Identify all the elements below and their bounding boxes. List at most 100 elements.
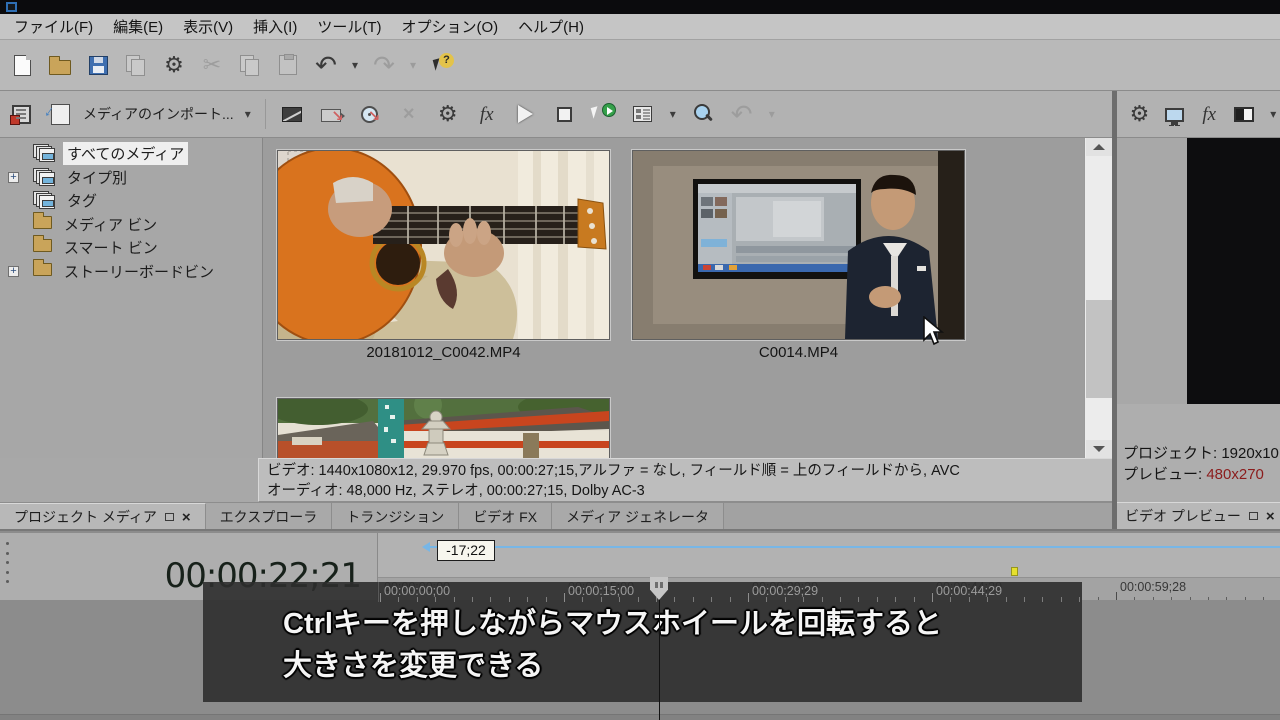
- external-monitor-button[interactable]: [1162, 97, 1187, 131]
- chevron-down-icon: ▾: [769, 108, 775, 120]
- gear-icon: ⚙: [438, 103, 458, 125]
- media-thumbnail-presenter[interactable]: [632, 150, 965, 340]
- triangle-up-icon: [1093, 144, 1105, 150]
- menu-item-3[interactable]: 挿入(I): [245, 14, 305, 39]
- render-as-button[interactable]: [120, 48, 152, 82]
- main-toolbar: ⚙ ✂ ↶ ▾ ↷ ▾ ?: [0, 40, 1280, 91]
- camera-icon: ↘: [321, 109, 341, 122]
- search-icon: [692, 103, 714, 125]
- tree-item-1[interactable]: + タイプ別: [8, 166, 131, 189]
- remove-media-button[interactable]: ×: [393, 97, 425, 131]
- subtitle-overlay: Ctrlキーを押しながらマウスホイールを回転すると 大きさを変更できる 00:0…: [203, 582, 1082, 702]
- views-button[interactable]: [627, 97, 659, 131]
- project-properties-button[interactable]: ⚙: [158, 48, 190, 82]
- pin-icon[interactable]: [1249, 512, 1258, 520]
- menu-item-6[interactable]: ヘルプ(H): [510, 14, 592, 39]
- timeline-yellow-marker[interactable]: [1011, 567, 1018, 576]
- tree-item-2[interactable]: タグ: [8, 189, 101, 212]
- tree-item-label[interactable]: ストーリーボードビン: [60, 260, 218, 283]
- preview-stop-button[interactable]: [549, 97, 581, 131]
- tree-expand-icon[interactable]: +: [8, 266, 19, 277]
- new-project-button[interactable]: [6, 48, 38, 82]
- tree-item-label[interactable]: タグ: [63, 189, 101, 212]
- pin-icon[interactable]: [165, 513, 174, 521]
- media-search-button[interactable]: [687, 97, 719, 131]
- media-undo-dropdown[interactable]: ▾: [765, 97, 779, 131]
- preview-properties-button[interactable]: ⚙: [1127, 97, 1152, 131]
- scroll-up-button[interactable]: [1086, 138, 1112, 156]
- copy-button[interactable]: [234, 48, 266, 82]
- redo-button[interactable]: ↷: [368, 48, 400, 82]
- media-fx-button[interactable]: fx: [471, 97, 503, 131]
- media-item-name[interactable]: C0014.MP4: [632, 344, 965, 361]
- capture-video-button[interactable]: ↘: [315, 97, 347, 131]
- import-media-button[interactable]: [44, 97, 76, 131]
- cut-button[interactable]: ✂: [196, 48, 228, 82]
- media-item-name[interactable]: 20181012_C0042.MP4: [277, 344, 610, 361]
- import-media-label[interactable]: メディアのインポート...: [83, 104, 234, 124]
- tree-item-0[interactable]: すべてのメディア: [8, 142, 188, 165]
- ruler-minor-tick-ghost: [674, 597, 675, 602]
- tab-ビデオ-FX[interactable]: ビデオ FX: [459, 503, 552, 530]
- play-icon: [518, 105, 533, 123]
- split-screen-button[interactable]: [1232, 97, 1257, 131]
- menu-item-1[interactable]: 編集(E): [105, 14, 171, 39]
- tab-エクスプローラ[interactable]: エクスプローラ: [206, 503, 333, 530]
- undo-button[interactable]: ↶: [310, 48, 342, 82]
- tree-item-label[interactable]: メディア ビン: [60, 213, 161, 236]
- views-dropdown[interactable]: ▾: [666, 97, 680, 131]
- tab-label: エクスプローラ: [220, 507, 318, 527]
- tree-item-label[interactable]: すべてのメディア: [63, 142, 188, 165]
- undo-dropdown[interactable]: ▾: [348, 48, 362, 82]
- preview-play-button[interactable]: [510, 97, 542, 131]
- tab-label: メディア ジェネレータ: [566, 507, 709, 527]
- timeline-bottom-strip: [0, 714, 1280, 720]
- save-project-button[interactable]: [82, 48, 114, 82]
- guitar-thumbnail-image: [278, 151, 609, 339]
- menu-bar: ファイル(F)編集(E)表示(V)挿入(I)ツール(T)オプション(O)ヘルプ(…: [0, 14, 1280, 40]
- interactive-help-button[interactable]: ?: [426, 48, 458, 82]
- get-from-disc-button[interactable]: ↘: [354, 97, 386, 131]
- menu-item-2[interactable]: 表示(V): [175, 14, 241, 39]
- tree-item-label[interactable]: スマート ビン: [60, 236, 162, 259]
- media-scrollbar[interactable]: [1084, 138, 1112, 458]
- tree-item-label[interactable]: タイプ別: [63, 166, 131, 189]
- tree-item-3[interactable]: メディア ビン: [8, 213, 161, 236]
- scroll-down-button[interactable]: [1086, 440, 1112, 458]
- open-project-button[interactable]: [44, 48, 76, 82]
- media-thumbnail-guitar[interactable]: [277, 150, 610, 340]
- new-bin-button[interactable]: [5, 97, 37, 131]
- header-boundary-ghost: [378, 582, 379, 602]
- media-undo-button[interactable]: ↶: [726, 97, 758, 131]
- media-thumbnail-shrine[interactable]: [277, 398, 610, 458]
- tab-トランジション[interactable]: トランジション: [332, 503, 459, 530]
- auto-preview-button[interactable]: [588, 97, 620, 131]
- preview-toolbar-dropdown[interactable]: ▾: [1267, 97, 1280, 131]
- media-properties-button[interactable]: ⚙: [432, 97, 464, 131]
- tab-メディア-ジェネレータ[interactable]: メディア ジェネレータ: [552, 503, 724, 530]
- folder-icon: [33, 263, 52, 276]
- ruler-minor-tick-ghost: [546, 597, 547, 602]
- close-icon[interactable]: ×: [182, 510, 191, 525]
- menu-item-4[interactable]: ツール(T): [309, 14, 389, 39]
- tab-プロジェクト-メディア[interactable]: プロジェクト メディア×: [0, 503, 206, 530]
- media-panel-toolbar: メディアのインポート... ▾ ↘ ↘ × ⚙ fx ▾ ↶ ▾: [0, 91, 1112, 138]
- menu-item-5[interactable]: オプション(O): [393, 14, 506, 39]
- close-icon[interactable]: ×: [1266, 509, 1275, 524]
- tree-item-5[interactable]: + ストーリーボードビン: [8, 260, 218, 283]
- tree-expand-icon[interactable]: +: [8, 172, 19, 183]
- import-dropdown[interactable]: ▾: [241, 97, 255, 131]
- no-auto-preview-button[interactable]: [276, 97, 308, 131]
- loop-region-bar[interactable]: [430, 546, 1280, 548]
- video-preview-panel: ⚙ fx ▾ プロジェクト: 1920x10 プレビュー: 480x270 ビデ…: [1117, 91, 1280, 529]
- redo-dropdown[interactable]: ▾: [406, 48, 420, 82]
- tab-video-preview[interactable]: ビデオ プレビュー ×: [1117, 502, 1280, 529]
- timeline-marker-bar[interactable]: -17;22: [378, 533, 1280, 577]
- tree-item-4[interactable]: スマート ビン: [8, 236, 162, 259]
- video-output-fx-button[interactable]: fx: [1197, 97, 1222, 131]
- paste-button[interactable]: [272, 48, 304, 82]
- scrollbar-thumb[interactable]: [1086, 300, 1112, 398]
- split-screen-icon: [1234, 107, 1254, 122]
- menu-item-0[interactable]: ファイル(F): [6, 14, 101, 39]
- ruler-label-ghost: 00:00:15;00: [568, 584, 634, 598]
